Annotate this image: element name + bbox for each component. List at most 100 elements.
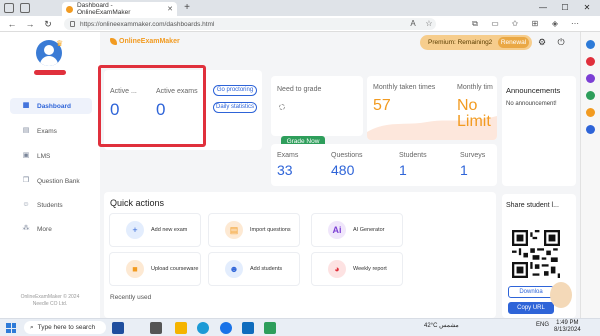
games-icon[interactable] bbox=[586, 91, 595, 100]
share-card: Share student l... Downloa Copy URL bbox=[502, 194, 576, 318]
sidebar-item-question-bank[interactable]: ❒ Question Bank bbox=[10, 173, 92, 189]
import-questions-action[interactable]: ▤ Import questions bbox=[208, 213, 300, 247]
outlook-icon[interactable] bbox=[586, 125, 595, 134]
pie-chart-icon: ◕ bbox=[328, 260, 346, 278]
crown-icon: ♛ bbox=[56, 39, 64, 48]
browser-tab[interactable]: Dashboard - OnlineExamMaker ✕ bbox=[62, 2, 177, 16]
monthly-other-value-2: Limit bbox=[457, 113, 491, 130]
students-icon: ☺ bbox=[22, 201, 30, 208]
premium-badge: Premium: Remaining2 Renewal bbox=[420, 35, 532, 50]
lock-icon bbox=[70, 21, 75, 27]
search-icon[interactable] bbox=[586, 40, 595, 49]
exams-icon: ▤ bbox=[22, 127, 30, 134]
lms-icon: ▣ bbox=[22, 152, 30, 159]
clock[interactable]: 1:49 PM 8/13/2024 bbox=[554, 320, 581, 334]
upload-courseware-action[interactable]: ■ Upload courseware bbox=[109, 252, 201, 286]
count-label: Questions bbox=[331, 152, 363, 159]
logo: OnlineExamMaker bbox=[110, 38, 180, 45]
recently-used-title: Recently used bbox=[110, 294, 152, 301]
file-explorer-icon[interactable] bbox=[175, 322, 187, 334]
tab-actions-icon[interactable] bbox=[20, 3, 30, 13]
renewal-button[interactable]: Renewal bbox=[498, 37, 529, 48]
sidebar-item-lms[interactable]: ▣ LMS bbox=[10, 148, 92, 164]
close-window-button[interactable]: ✕ bbox=[576, 1, 598, 15]
add-student-icon: ☻ bbox=[225, 260, 243, 278]
count-value: 1 bbox=[399, 162, 407, 178]
language-indicator[interactable]: ENG bbox=[536, 322, 549, 328]
office-icon[interactable] bbox=[586, 108, 595, 117]
app-main: ♛ ▦ Dashboard ▤ Exams ▣ LMS ❒ Question B… bbox=[0, 32, 580, 318]
question-bank-icon: ❒ bbox=[22, 177, 30, 184]
outlook-app-icon[interactable] bbox=[242, 322, 254, 334]
taskbar: ⌕ Type here to search 42°C مشمس ENG 1:49… bbox=[0, 318, 600, 336]
address-input[interactable]: https://onlineexammaker.com/dashboards.h… bbox=[64, 18, 436, 30]
settings-gear-icon[interactable]: ⚙ bbox=[537, 37, 547, 47]
taskbar-search-input[interactable]: ⌕ Type here to search bbox=[24, 321, 106, 334]
sidebar-item-dashboard[interactable]: ▦ Dashboard bbox=[10, 98, 92, 114]
chrome-icon[interactable] bbox=[220, 322, 232, 334]
workspaces-icon[interactable] bbox=[4, 3, 14, 13]
download-button[interactable]: Downloa bbox=[508, 286, 554, 298]
go-proctoring-button[interactable]: Go proctoring bbox=[213, 85, 257, 96]
announcements-title: Announcements bbox=[506, 86, 561, 95]
assistant-avatar[interactable] bbox=[550, 282, 572, 308]
sidebar-item-more[interactable]: ⁂ More bbox=[10, 221, 92, 237]
collections-icon[interactable]: ⊞ bbox=[530, 19, 540, 29]
daily-statistics-button[interactable]: Daily statistics bbox=[213, 102, 257, 113]
edge-icon[interactable] bbox=[197, 322, 209, 334]
sidebar-item-label: More bbox=[37, 225, 52, 233]
copy-url-button[interactable]: Copy URL bbox=[508, 302, 554, 314]
qr-code-icon bbox=[512, 230, 560, 278]
grading-card: Need to grade Grade Now bbox=[271, 76, 363, 148]
forward-icon[interactable]: → bbox=[24, 18, 36, 30]
tab-close-icon[interactable]: ✕ bbox=[167, 5, 173, 13]
loading-icon bbox=[279, 104, 285, 110]
plus-icon: + bbox=[126, 221, 144, 239]
split-screen-icon[interactable]: ▭ bbox=[490, 19, 500, 29]
back-icon[interactable]: ← bbox=[6, 18, 18, 30]
news-app-icon[interactable] bbox=[112, 322, 124, 334]
url-text: https://onlineexammaker.com/dashboards.h… bbox=[80, 20, 215, 28]
menu-icon[interactable]: ⋯ bbox=[570, 19, 580, 29]
weekly-report-action[interactable]: ◕ Weekly report bbox=[311, 252, 403, 286]
refresh-icon[interactable]: ↻ bbox=[42, 18, 54, 30]
monthly-other-value-1: No bbox=[457, 97, 478, 114]
count-value: 1 bbox=[460, 162, 468, 178]
power-icon[interactable]: ⏻ bbox=[556, 37, 566, 47]
announcements-card: Announcements No announcement! bbox=[502, 76, 576, 186]
search-icon: ⌕ bbox=[30, 323, 34, 331]
minimize-button[interactable]: — bbox=[532, 1, 554, 15]
ai-generator-action[interactable]: Ai AI Generator bbox=[311, 213, 403, 247]
favorite-star-icon[interactable]: ☆ bbox=[424, 19, 434, 29]
windows-start-icon[interactable] bbox=[6, 323, 16, 333]
sidebar-item-exams[interactable]: ▤ Exams bbox=[10, 123, 92, 139]
read-aloud-icon[interactable]: A bbox=[408, 19, 418, 29]
sidebar-item-label: Question Bank bbox=[37, 177, 80, 185]
ai-icon: Ai bbox=[328, 221, 346, 239]
copilot-icon[interactable]: ◈ bbox=[550, 19, 560, 29]
new-tab-button[interactable]: + bbox=[180, 2, 194, 14]
tools-icon[interactable] bbox=[586, 74, 595, 83]
count-label: Surveys bbox=[460, 152, 486, 159]
sidebar-item-students[interactable]: ☺ Students bbox=[10, 197, 92, 213]
favorites-icon[interactable]: ✩ bbox=[510, 19, 520, 29]
extensions-icon[interactable]: ⧉ bbox=[470, 19, 480, 29]
weather-status[interactable]: 42°C مشمس bbox=[424, 322, 459, 329]
shopping-icon[interactable] bbox=[586, 57, 595, 66]
app-icon[interactable] bbox=[264, 322, 276, 334]
address-bar-row: ← → ↻ https://onlineexammaker.com/dashbo… bbox=[0, 16, 600, 32]
browser-tab-bar: Dashboard - OnlineExamMaker ✕ + — ☐ ✕ bbox=[0, 0, 600, 16]
sidebar-item-label: LMS bbox=[37, 152, 51, 160]
highlight-box bbox=[98, 65, 206, 147]
maximize-button[interactable]: ☐ bbox=[554, 1, 576, 15]
add-new-exam-action[interactable]: + Add new exam bbox=[109, 213, 201, 247]
sidebar-item-label: Dashboard bbox=[37, 102, 71, 110]
quick-actions-title: Quick actions bbox=[110, 198, 165, 208]
sidebar-item-label: Exams bbox=[37, 127, 57, 135]
share-title: Share student l... bbox=[506, 202, 559, 209]
count-label: Students bbox=[399, 152, 427, 159]
need-to-grade-label: Need to grade bbox=[277, 86, 322, 93]
count-value: 33 bbox=[277, 162, 293, 178]
task-view-icon[interactable] bbox=[150, 322, 162, 334]
add-students-action[interactable]: ☻ Add students bbox=[208, 252, 300, 286]
